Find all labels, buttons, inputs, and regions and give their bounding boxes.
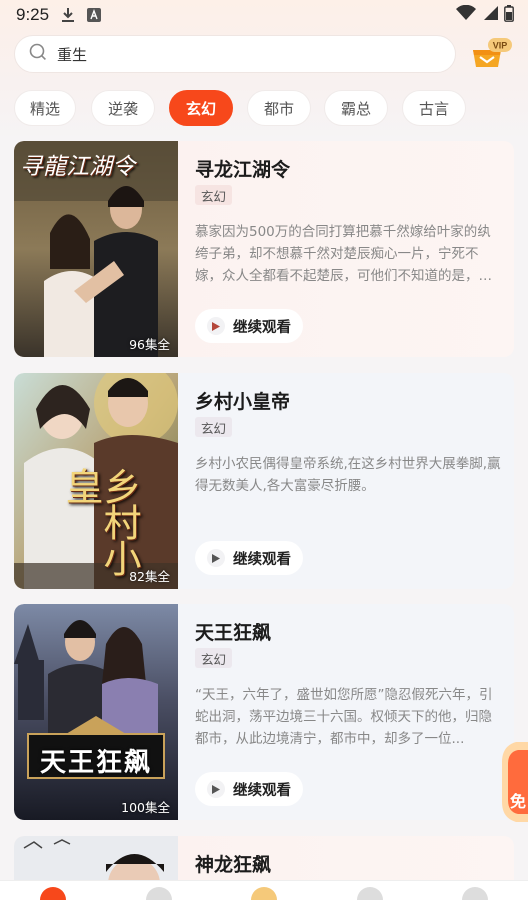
drama-card[interactable]: 寻龍江湖令 96集全 寻龙江湖令 玄幻 慕家因为500万的合同打算把慕千然嫁给叶… [14, 141, 514, 357]
drama-card[interactable]: 天王狂飙 100集全 天王狂飙 玄幻 “天王，六年了，盛世如您所愿”隐忍假死六年… [14, 604, 514, 820]
vip-basket-icon[interactable]: VIP [470, 36, 514, 70]
tab-dushi[interactable]: 都市 [247, 90, 311, 126]
continue-watching-button[interactable]: 继续观看 [195, 772, 303, 806]
wifi-icon [456, 4, 476, 25]
search-input[interactable]: 重生 [14, 35, 456, 73]
tab-guyan[interactable]: 古言 [402, 90, 466, 126]
drama-title[interactable]: 天王狂飙 [195, 618, 271, 645]
tab-xuanhuan[interactable]: 玄幻 [169, 90, 233, 126]
drama-description: 乡村小农民偶得皇帝系统,在这乡村世界大展拳脚,赢得无数美人,各大富豪尽折腰。 [195, 456, 501, 494]
search-value: 重生 [57, 45, 88, 64]
vip-label: VIP [493, 41, 508, 51]
nav-welfare-icon[interactable] [251, 887, 277, 900]
genre-tag: 玄幻 [195, 417, 233, 437]
genre-tag: 玄幻 [195, 185, 233, 205]
continue-watching-label: 继续观看 [233, 319, 291, 336]
play-icon [207, 549, 225, 567]
download-icon [61, 7, 75, 23]
nav-home-icon[interactable] [40, 887, 66, 900]
drama-title[interactable]: 神龙狂飙 [195, 850, 271, 877]
drama-cover-image[interactable]: 寻龍江湖令 96集全 [14, 141, 178, 357]
episode-count: 96集全 [129, 337, 170, 352]
nav-theater-icon[interactable] [146, 887, 172, 900]
tab-jingxuan[interactable]: 精选 [14, 90, 76, 126]
notification-a-icon [87, 8, 102, 22]
play-icon [207, 317, 225, 335]
tab-bazong[interactable]: 霸总 [324, 90, 388, 126]
search-icon [29, 43, 47, 65]
drama-title[interactable]: 寻龙江湖令 [195, 155, 290, 182]
status-bar: 9:25 [0, 0, 528, 30]
bottom-navigation [0, 880, 528, 900]
cover-title: 寻龍江湖令 [20, 154, 135, 180]
drama-description: 慕家因为500万的合同打算把慕千然嫁给叶家的纨绔子弟，却不想慕千然对楚辰痴心一片… [195, 224, 492, 284]
cover-title: 乡村小皇 [59, 467, 141, 575]
cover-title: 天王狂飙 [39, 748, 152, 778]
play-icon [207, 780, 225, 798]
signal-icon [482, 5, 498, 25]
battery-icon [504, 4, 514, 26]
continue-watching-button[interactable]: 继续观看 [195, 309, 303, 343]
nav-profile-icon[interactable] [462, 887, 488, 900]
promo-text: 免 [510, 792, 527, 811]
episode-count: 100集全 [121, 800, 170, 815]
drama-card[interactable]: 乡村小皇 82集全 乡村小皇帝 玄幻 乡村小农民偶得皇帝系统,在这乡村世界大展拳… [14, 373, 514, 589]
genre-tag: 玄幻 [195, 648, 233, 668]
drama-cover-image[interactable]: 天王狂飙 100集全 [14, 604, 178, 820]
continue-watching-button[interactable]: 继续观看 [195, 541, 303, 575]
episode-count: 82集全 [129, 569, 170, 584]
continue-watching-label: 继续观看 [233, 551, 291, 568]
status-right-icons [456, 4, 514, 26]
drama-title[interactable]: 乡村小皇帝 [195, 387, 290, 414]
nav-history-icon[interactable] [357, 887, 383, 900]
promo-float-badge[interactable]: 免 [502, 742, 528, 822]
status-time: 9:25 [16, 5, 50, 24]
drama-cover-image[interactable]: 乡村小皇 82集全 [14, 373, 178, 589]
tab-nixi[interactable]: 逆袭 [91, 90, 155, 126]
continue-watching-label: 继续观看 [233, 782, 291, 799]
drama-description: “天王，六年了，盛世如您所愿”隐忍假死六年，引蛇出洞，荡平边境三十六国。权倾天下… [195, 687, 493, 747]
